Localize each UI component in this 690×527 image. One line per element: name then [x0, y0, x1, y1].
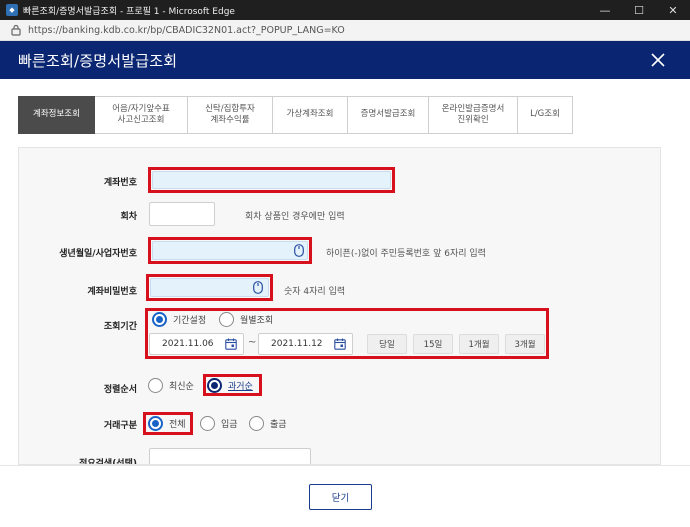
end-date-input[interactable]: 2021.11.12 — [258, 333, 353, 355]
start-date-input[interactable]: 2021.11.06 — [149, 333, 244, 355]
tab-label-line2: 진위확인 — [457, 115, 489, 125]
app-icon: ◆ — [6, 4, 18, 16]
tab-label: 계좌정보조회 — [33, 109, 80, 120]
radio-label: 최신순 — [169, 382, 194, 392]
tab-check-accident[interactable]: 어음/자기앞수표 사고신고조회 — [95, 96, 188, 134]
period-option-range[interactable]: 기간설정 — [152, 312, 206, 327]
installment-label: 회차 — [120, 212, 137, 222]
radio-label: 월별조회 — [240, 316, 274, 326]
password-label: 계좌비밀번호 — [87, 287, 137, 297]
window-title: 빠른조회/증명서발급조회 - 프로필 1 - Microsoft Edge — [23, 6, 235, 17]
radio-icon — [148, 378, 163, 393]
type-option-withdraw[interactable]: 출금 — [249, 416, 287, 431]
window-close-button[interactable]: ✕ — [656, 0, 690, 20]
radio-label: 전체 — [169, 420, 186, 430]
order-option-oldest[interactable]: 과거순 — [207, 378, 253, 393]
window-controls: — ☐ ✕ — [588, 0, 690, 20]
tab-label: L/G조회 — [530, 109, 560, 120]
radio-label: 기간설정 — [173, 316, 207, 326]
tab-account-info[interactable]: 계좌정보조회 — [18, 96, 95, 134]
type-option-all[interactable]: 전체 — [148, 416, 186, 431]
radio-icon — [219, 312, 234, 327]
installment-input[interactable] — [149, 202, 215, 226]
range-1m-button[interactable]: 1개월 — [459, 334, 499, 354]
date-separator: ~ — [248, 337, 257, 348]
tab-trust-yield[interactable]: 신탁/집합투자 계좌수익률 — [188, 96, 273, 134]
lock-icon — [10, 24, 22, 36]
period-label: 조회기간 — [103, 322, 137, 332]
range-today-button[interactable]: 당일 — [367, 334, 407, 354]
memo-label: 적요검색(선택) — [79, 459, 137, 465]
birthdate-input[interactable] — [152, 241, 308, 260]
address-bar: https://banking.kdb.co.kr/bp/CBADIC32N01… — [0, 20, 690, 41]
tab-label: 신탁/집합투자 — [205, 103, 255, 114]
end-date-value: 2021.11.12 — [271, 339, 323, 349]
tab-label: 가상계좌조회 — [286, 109, 334, 120]
type-option-deposit[interactable]: 입금 — [200, 416, 238, 431]
virtual-keypad-icon[interactable] — [294, 244, 304, 257]
order-label: 정렬순서 — [103, 385, 137, 395]
tab-bar: 계좌정보조회 어음/자기앞수표 사고신고조회 신탁/집합투자 계좌수익률 가상계좌조… — [18, 96, 670, 134]
virtual-keypad-icon[interactable] — [253, 281, 263, 294]
type-label: 거래구분 — [103, 421, 137, 431]
radio-label: 과거순 — [228, 382, 253, 392]
tab-label-line2: 사고신고조회 — [117, 115, 165, 125]
radio-label: 출금 — [270, 420, 287, 430]
account-number-label: 계좌번호 — [103, 178, 137, 188]
start-date-value: 2021.11.06 — [162, 339, 214, 349]
memo-input[interactable] — [149, 448, 311, 464]
radio-icon — [249, 416, 264, 431]
radio-label: 입금 — [221, 420, 238, 430]
birthdate-hint: 하이픈(-)없이 주민등록번호 앞 6자리 입력 — [326, 249, 486, 259]
radio-selected-icon — [152, 312, 167, 327]
tab-label: 온라인발급증명서 — [441, 103, 505, 114]
radio-icon — [200, 416, 215, 431]
window-titlebar: ◆ 빠른조회/증명서발급조회 - 프로필 1 - Microsoft Edge … — [0, 0, 690, 20]
order-option-latest[interactable]: 최신순 — [148, 378, 194, 393]
tab-label: 어음/자기앞수표 — [112, 103, 170, 114]
period-option-monthly[interactable]: 월별조회 — [219, 312, 273, 327]
popup-footer: 닫기 — [0, 465, 690, 527]
page-title: 빠른조회/증명서발급조회 — [18, 51, 178, 70]
radio-selected-icon — [148, 416, 163, 431]
radio-selected-icon — [207, 378, 222, 393]
calendar-icon[interactable] — [334, 338, 346, 350]
tab-lg[interactable]: L/G조회 — [518, 96, 573, 134]
range-3m-button[interactable]: 3개월 — [505, 334, 545, 354]
password-input[interactable] — [150, 278, 269, 297]
tab-certificate[interactable]: 증명서발급조회 — [348, 96, 429, 134]
birthdate-label: 생년월일/사업자번호 — [59, 249, 137, 259]
maximize-button[interactable]: ☐ — [622, 0, 656, 20]
password-hint: 숫자 4자리 입력 — [284, 287, 346, 297]
account-number-input[interactable] — [152, 171, 391, 189]
tab-virtual-account[interactable]: 가상계좌조회 — [273, 96, 348, 134]
close-button[interactable]: 닫기 — [309, 484, 372, 510]
close-icon[interactable] — [648, 50, 668, 70]
calendar-icon[interactable] — [225, 338, 237, 350]
address-url[interactable]: https://banking.kdb.co.kr/bp/CBADIC32N01… — [28, 25, 345, 36]
tab-label-line2: 계좌수익률 — [210, 115, 250, 125]
minimize-button[interactable]: — — [588, 0, 622, 20]
installment-hint: 회차 상품인 경우에만 입력 — [245, 212, 345, 222]
tab-online-verify[interactable]: 온라인발급증명서 진위확인 — [429, 96, 518, 134]
range-15d-button[interactable]: 15일 — [413, 334, 453, 354]
popup-header: 빠른조회/증명서발급조회 — [0, 41, 690, 79]
tab-label: 증명서발급조회 — [360, 109, 416, 120]
form-panel: 계좌번호 회차 회차 상품인 경우에만 입력 생년월일/사업자번호 하이픈(-)… — [18, 147, 661, 465]
